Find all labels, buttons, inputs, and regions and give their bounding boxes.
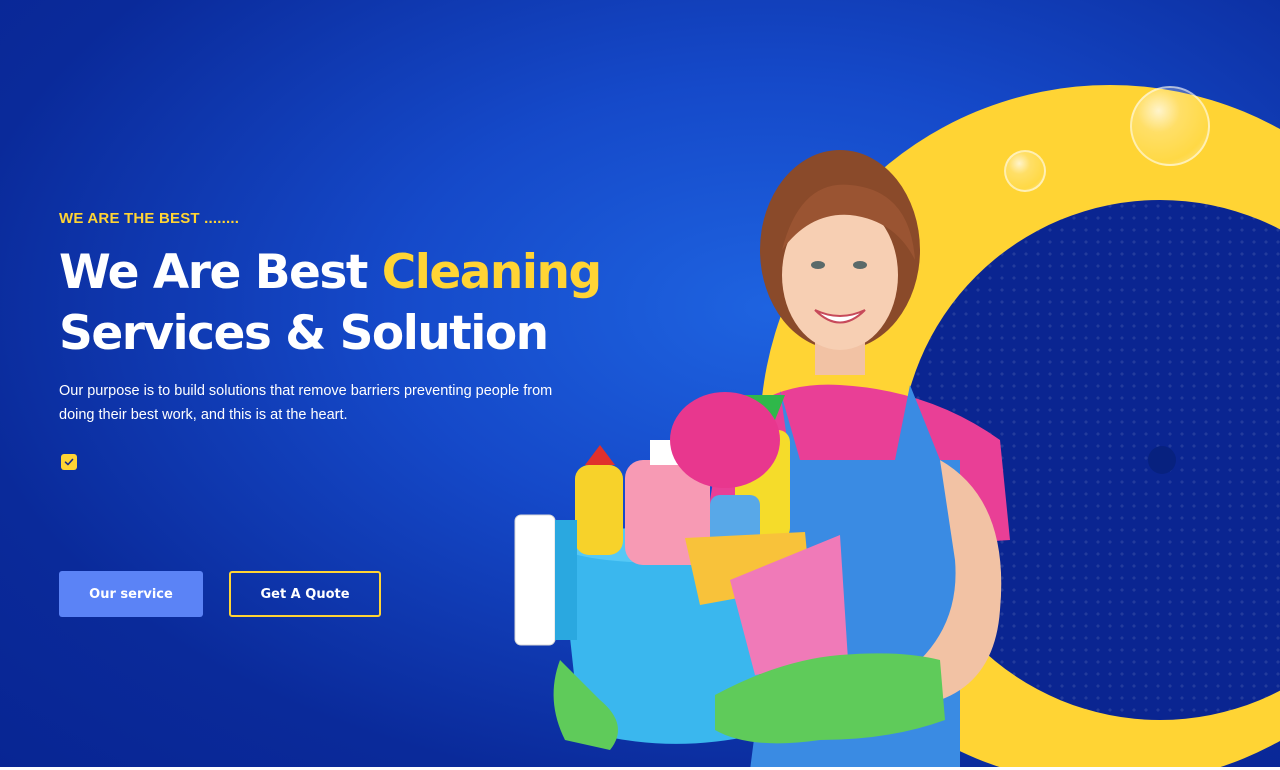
headline-text: We Are Best — [59, 245, 382, 300]
hero-description: Our purpose is to build solutions that r… — [59, 383, 553, 423]
hero-section: WE ARE THE BEST ........ We Are Best Cle… — [0, 0, 1280, 770]
our-service-button[interactable]: Our service — [59, 571, 203, 617]
cleaning-woman-illustration — [514, 150, 1010, 770]
check-icon — [61, 454, 77, 470]
headline-text-line2: Services & Solution — [59, 306, 549, 361]
check-glyph — [64, 458, 74, 466]
decorative-center-dot — [1148, 446, 1176, 474]
get-a-quote-button[interactable]: Get A Quote — [229, 571, 381, 617]
soap-bubble-icon — [1130, 86, 1210, 166]
